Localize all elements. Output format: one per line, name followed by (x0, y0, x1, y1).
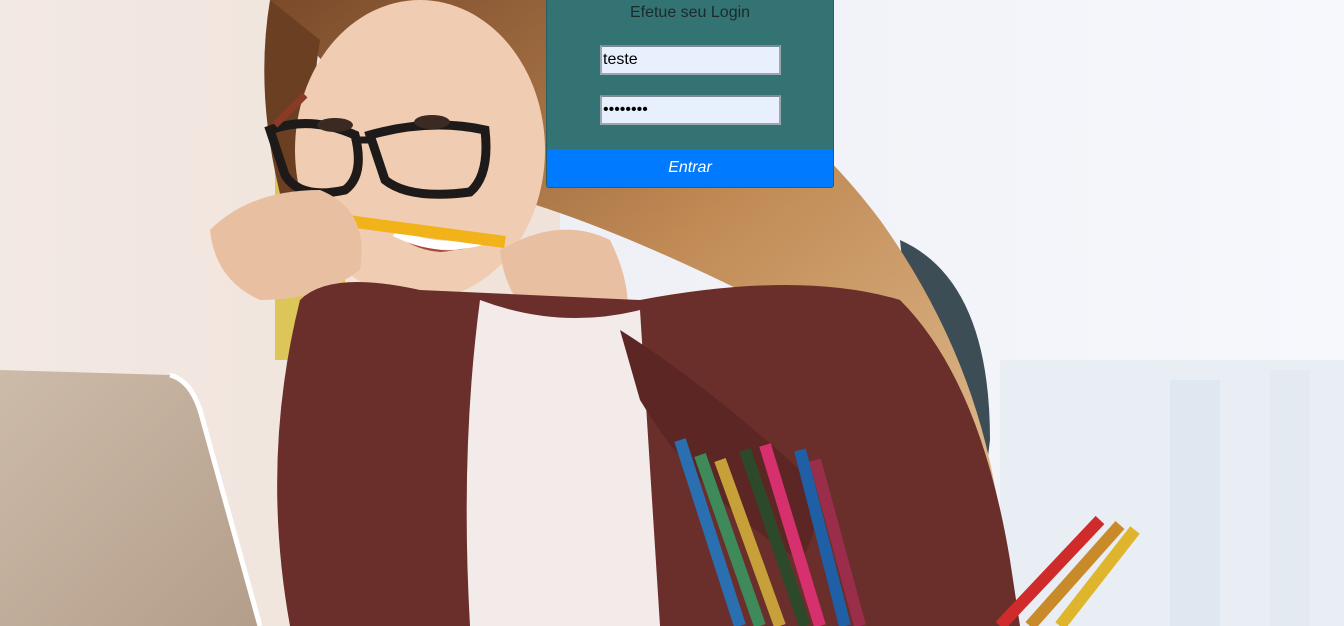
login-title: Efetue seu Login (629, 4, 751, 21)
username-input[interactable] (600, 45, 781, 75)
login-page: Efetue seu Login Entrar (0, 0, 1344, 626)
login-button[interactable]: Entrar (547, 149, 833, 187)
password-input[interactable] (600, 95, 781, 125)
login-panel: Efetue seu Login Entrar (546, 0, 834, 188)
